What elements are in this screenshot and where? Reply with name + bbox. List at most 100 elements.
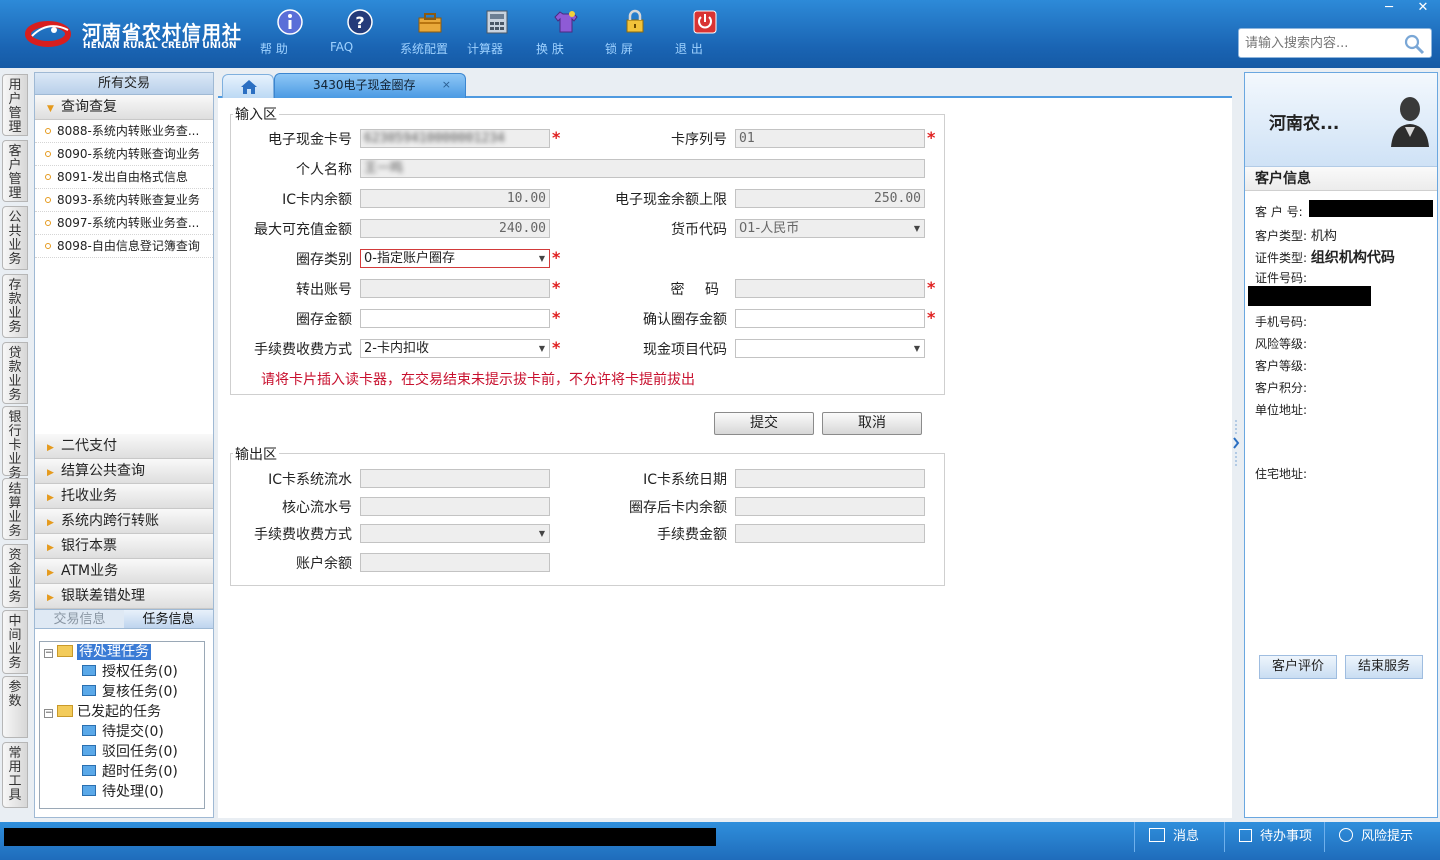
vtab-params[interactable]: 参数: [2, 676, 28, 738]
nav-item-label: 8097-系统内转账业务查...: [57, 216, 200, 230]
nav-item-8093[interactable]: 8093-系统内转账查复业务: [35, 189, 213, 212]
cash-item-select[interactable]: ▼: [735, 339, 925, 358]
id-type-value: 组织机构代码: [1310, 250, 1395, 266]
collapse-icon[interactable]: −: [44, 709, 53, 718]
vtab-public-business[interactable]: 公共业务: [2, 206, 28, 270]
faq-button[interactable]: ? FAQ: [330, 8, 390, 60]
account-balance-field[interactable]: [360, 553, 550, 572]
logo: 河南省农村信用社 HENAN RURAL CREDIT UNION: [24, 14, 244, 54]
vtab-deposit[interactable]: 存款业务: [2, 274, 28, 338]
collapse-icon[interactable]: −: [44, 649, 53, 658]
close-tab-icon[interactable]: ×: [442, 74, 451, 96]
task-icon: [82, 685, 96, 696]
system-config-button[interactable]: 系统配置: [400, 8, 460, 60]
tab-task-info[interactable]: 任务信息: [124, 610, 213, 628]
collapse-handle-icon[interactable]: [1232, 420, 1240, 466]
home-tab[interactable]: [222, 74, 274, 98]
nav-group-query[interactable]: ▼ 查询查复: [35, 95, 213, 120]
nav-group-interbank-transfer[interactable]: ▶ 系统内跨行转账: [35, 509, 213, 534]
lock-screen-button[interactable]: 锁 屏: [605, 8, 665, 60]
nav-item-label: 8090-系统内转账查询业务: [57, 147, 200, 161]
out-fee-method-select[interactable]: ▼: [360, 524, 550, 543]
bullet-icon: [45, 174, 51, 180]
ic-date-field[interactable]: [735, 469, 925, 488]
help-button[interactable]: 帮 助: [260, 8, 320, 60]
customer-info-title: 客户信息: [1245, 167, 1437, 191]
nav-group-label: 结算公共查询: [61, 463, 145, 479]
vtab-settlement[interactable]: 结算业务: [2, 478, 28, 540]
nav-item-8098[interactable]: 8098-自由信息登记簿查询: [35, 235, 213, 258]
customer-evaluate-button[interactable]: 客户评价: [1259, 655, 1337, 679]
nav-group-bank-draft[interactable]: ▶ 银行本票: [35, 534, 213, 559]
nav-group-label: 托收业务: [61, 488, 117, 504]
confirm-amount-input[interactable]: [735, 309, 925, 328]
nav-group-second-gen-payment[interactable]: ▶ 二代支付: [35, 434, 213, 459]
max-recharge-label: 最大可充值金额: [254, 222, 352, 238]
vtab-bank-card[interactable]: 银行卡业务: [2, 406, 28, 481]
dropdown-arrow-icon: ▼: [913, 224, 920, 233]
fee-method-select[interactable]: 2-卡内扣收 ▼: [360, 339, 550, 358]
load-type-select[interactable]: 0-指定账户圈存 ▼: [360, 249, 550, 268]
nav-item-8097[interactable]: 8097-系统内转账业务查...: [35, 212, 213, 235]
nav-group-label: 银行本票: [61, 538, 117, 554]
close-window-button[interactable]: ✕: [1406, 0, 1440, 18]
ic-balance-label: IC卡内余额: [282, 192, 352, 208]
nav-group-unionpay-error[interactable]: ▶ 银联差错处理: [35, 584, 213, 609]
tree-node-started[interactable]: − 已发起的任务: [44, 702, 161, 722]
messages-button[interactable]: 消息: [1134, 822, 1224, 852]
nav-item-8091[interactable]: 8091-发出自由格式信息: [35, 166, 213, 189]
currency-select[interactable]: 01-人民币 ▼: [735, 219, 925, 238]
submit-button[interactable]: 提交: [714, 412, 814, 435]
search-icon[interactable]: [1403, 33, 1425, 55]
tree-node-pending[interactable]: − 待处理任务: [44, 642, 151, 662]
customer-type-label: 客户类型:: [1255, 229, 1308, 243]
ic-serial-field[interactable]: [360, 469, 550, 488]
nav-group-settlement-query[interactable]: ▶ 结算公共查询: [35, 459, 213, 484]
password-field[interactable]: [735, 279, 925, 298]
lock-screen-label: 锁 屏: [605, 42, 633, 56]
tab-trade-info[interactable]: 交易信息: [35, 610, 124, 628]
ic-balance-field[interactable]: 10.00: [360, 189, 550, 208]
vtab-customer-mgmt[interactable]: 客户管理: [2, 140, 28, 202]
vtab-common-tools[interactable]: 常用工具: [2, 742, 28, 808]
nav-item-8088[interactable]: 8088-系统内转账业务查...: [35, 120, 213, 143]
max-recharge-field[interactable]: 240.00: [360, 219, 550, 238]
card-no-field[interactable]: 623059410000001234: [360, 129, 550, 148]
out-account-field[interactable]: [360, 279, 550, 298]
name-field[interactable]: 王一鸣: [360, 159, 925, 178]
cancel-button[interactable]: 取消: [822, 412, 922, 435]
tree-leaf-authorize[interactable]: 授权任务(0): [82, 662, 178, 682]
nav-group-atm[interactable]: ▶ ATM业务: [35, 559, 213, 584]
messages-label: 消息: [1173, 829, 1200, 844]
vtab-intermediary[interactable]: 中间业务: [2, 610, 28, 674]
caret-right-icon: ▶: [47, 518, 54, 528]
tree-node-label: 已发起的任务: [77, 704, 161, 720]
todo-button[interactable]: 待办事项: [1224, 822, 1324, 852]
risk-alert-button[interactable]: 风险提示: [1324, 822, 1440, 852]
tree-leaf-timeout[interactable]: 超时任务(0): [82, 762, 178, 782]
nav-group-collection[interactable]: ▶ 托收业务: [35, 484, 213, 509]
vtab-user-mgmt[interactable]: 用户管理: [2, 74, 28, 136]
core-serial-field[interactable]: [360, 497, 550, 516]
cash-limit-field[interactable]: 250.00: [735, 189, 925, 208]
search-input[interactable]: [1239, 29, 1399, 57]
tree-leaf-rejected[interactable]: 驳回任务(0): [82, 742, 178, 762]
nav-item-8090[interactable]: 8090-系统内转账查询业务: [35, 143, 213, 166]
tree-leaf-to-process[interactable]: 待处理(0): [82, 782, 164, 802]
vtab-funds[interactable]: 资金业务: [2, 544, 28, 608]
vtab-loan[interactable]: 贷款业务: [2, 342, 28, 404]
tab-3430-cash-load[interactable]: 3430电子现金圈存 ×: [274, 73, 466, 98]
end-service-button[interactable]: 结束服务: [1345, 655, 1423, 679]
skin-button[interactable]: 换 肤: [536, 8, 596, 60]
tree-leaf-to-submit[interactable]: 待提交(0): [82, 722, 164, 742]
load-amount-input[interactable]: [360, 309, 550, 328]
fee-amount-field[interactable]: [735, 524, 925, 543]
logo-en-text: HENAN RURAL CREDIT UNION: [83, 41, 237, 51]
exit-button[interactable]: 退 出: [675, 8, 735, 60]
tree-leaf-review[interactable]: 复核任务(0): [82, 682, 178, 702]
card-seq-field[interactable]: 01: [735, 129, 925, 148]
minimize-button[interactable]: ─: [1372, 0, 1406, 18]
calculator-button[interactable]: 计算器: [467, 8, 527, 60]
after-balance-field[interactable]: [735, 497, 925, 516]
folder-icon: [57, 705, 73, 717]
